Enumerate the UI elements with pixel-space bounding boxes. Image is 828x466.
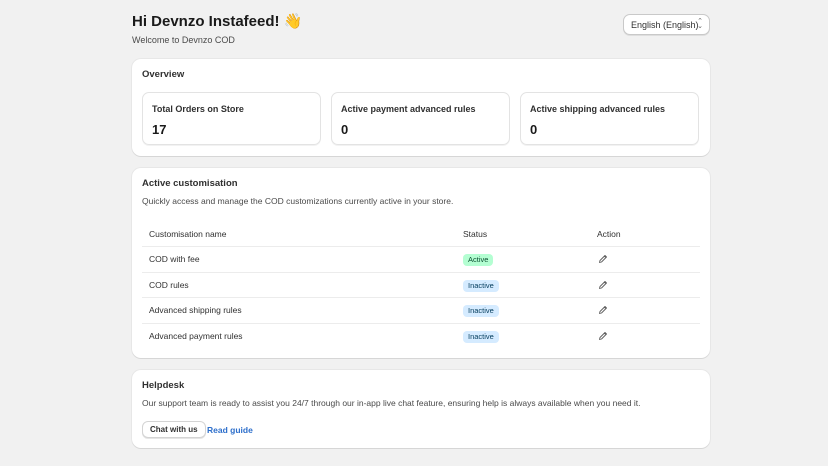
customisation-subtitle: Quickly access and manage the COD custom… [142, 196, 454, 206]
column-header-name: Customisation name [149, 229, 227, 239]
overview-title: Overview [142, 69, 185, 80]
customisation-table: Customisation name Status Action COD wit… [142, 222, 700, 348]
table-row: COD with fee Active [142, 246, 700, 272]
language-value: English (English) [631, 19, 699, 30]
pencil-icon[interactable] [598, 280, 608, 290]
stat-label: Total Orders on Store [152, 104, 244, 114]
table-row: COD rules Inactive [142, 271, 700, 298]
language-select[interactable]: English (English) ⌃ ⌄ [623, 14, 710, 35]
status-badge: Active [463, 254, 494, 266]
table-row: Advanced shipping rules Inactive [142, 297, 700, 323]
column-header-action: Action [597, 229, 621, 239]
status-badge: Inactive [463, 330, 499, 343]
stat-label: Active payment advanced rules [341, 104, 476, 114]
row-name: COD rules [149, 279, 189, 290]
helpdesk-text: Our support team is ready to assist you … [142, 398, 641, 408]
status-badge: Inactive [463, 279, 499, 292]
select-chevron-icon: ⌃ ⌄ [697, 18, 703, 30]
row-name: COD with fee [149, 254, 200, 264]
stat-total-orders: Total Orders on Store 17 [142, 92, 321, 145]
customisation-title: Active customisation [142, 178, 238, 189]
stat-shipping-rules: Active shipping advanced rules 0 [520, 92, 699, 145]
table-header: Customisation name Status Action [142, 222, 700, 246]
page-header: Hi Devnzo Instafeed! 👋 Welcome to Devnzo… [132, 12, 710, 52]
helpdesk-card: Helpdesk Our support team is ready to as… [132, 370, 710, 448]
table-row: Advanced payment rules Inactive [142, 322, 700, 349]
status-badge: Inactive [463, 305, 499, 317]
welcome-text: Welcome to Devnzo COD [132, 35, 235, 45]
read-guide-link[interactable]: Read guide [207, 425, 253, 435]
overview-card: Overview Total Orders on Store 17 Active… [132, 59, 710, 156]
stat-label: Active shipping advanced rules [530, 104, 666, 114]
helpdesk-title: Helpdesk [142, 380, 185, 391]
stat-payment-rules: Active payment advanced rules 0 [331, 92, 510, 145]
pencil-icon[interactable] [598, 254, 608, 264]
stat-value: 17 [152, 122, 167, 137]
column-header-status: Status [463, 229, 488, 239]
pencil-icon[interactable] [598, 305, 608, 315]
row-name: Advanced shipping rules [149, 305, 242, 315]
stat-value: 0 [530, 122, 538, 137]
row-name: Advanced payment rules [149, 330, 243, 341]
chat-with-us-button[interactable]: Chat with us [142, 421, 206, 438]
stat-value: 0 [341, 122, 349, 137]
pencil-icon[interactable] [598, 331, 608, 341]
customisation-card: Active customisation Quickly access and … [132, 168, 710, 358]
